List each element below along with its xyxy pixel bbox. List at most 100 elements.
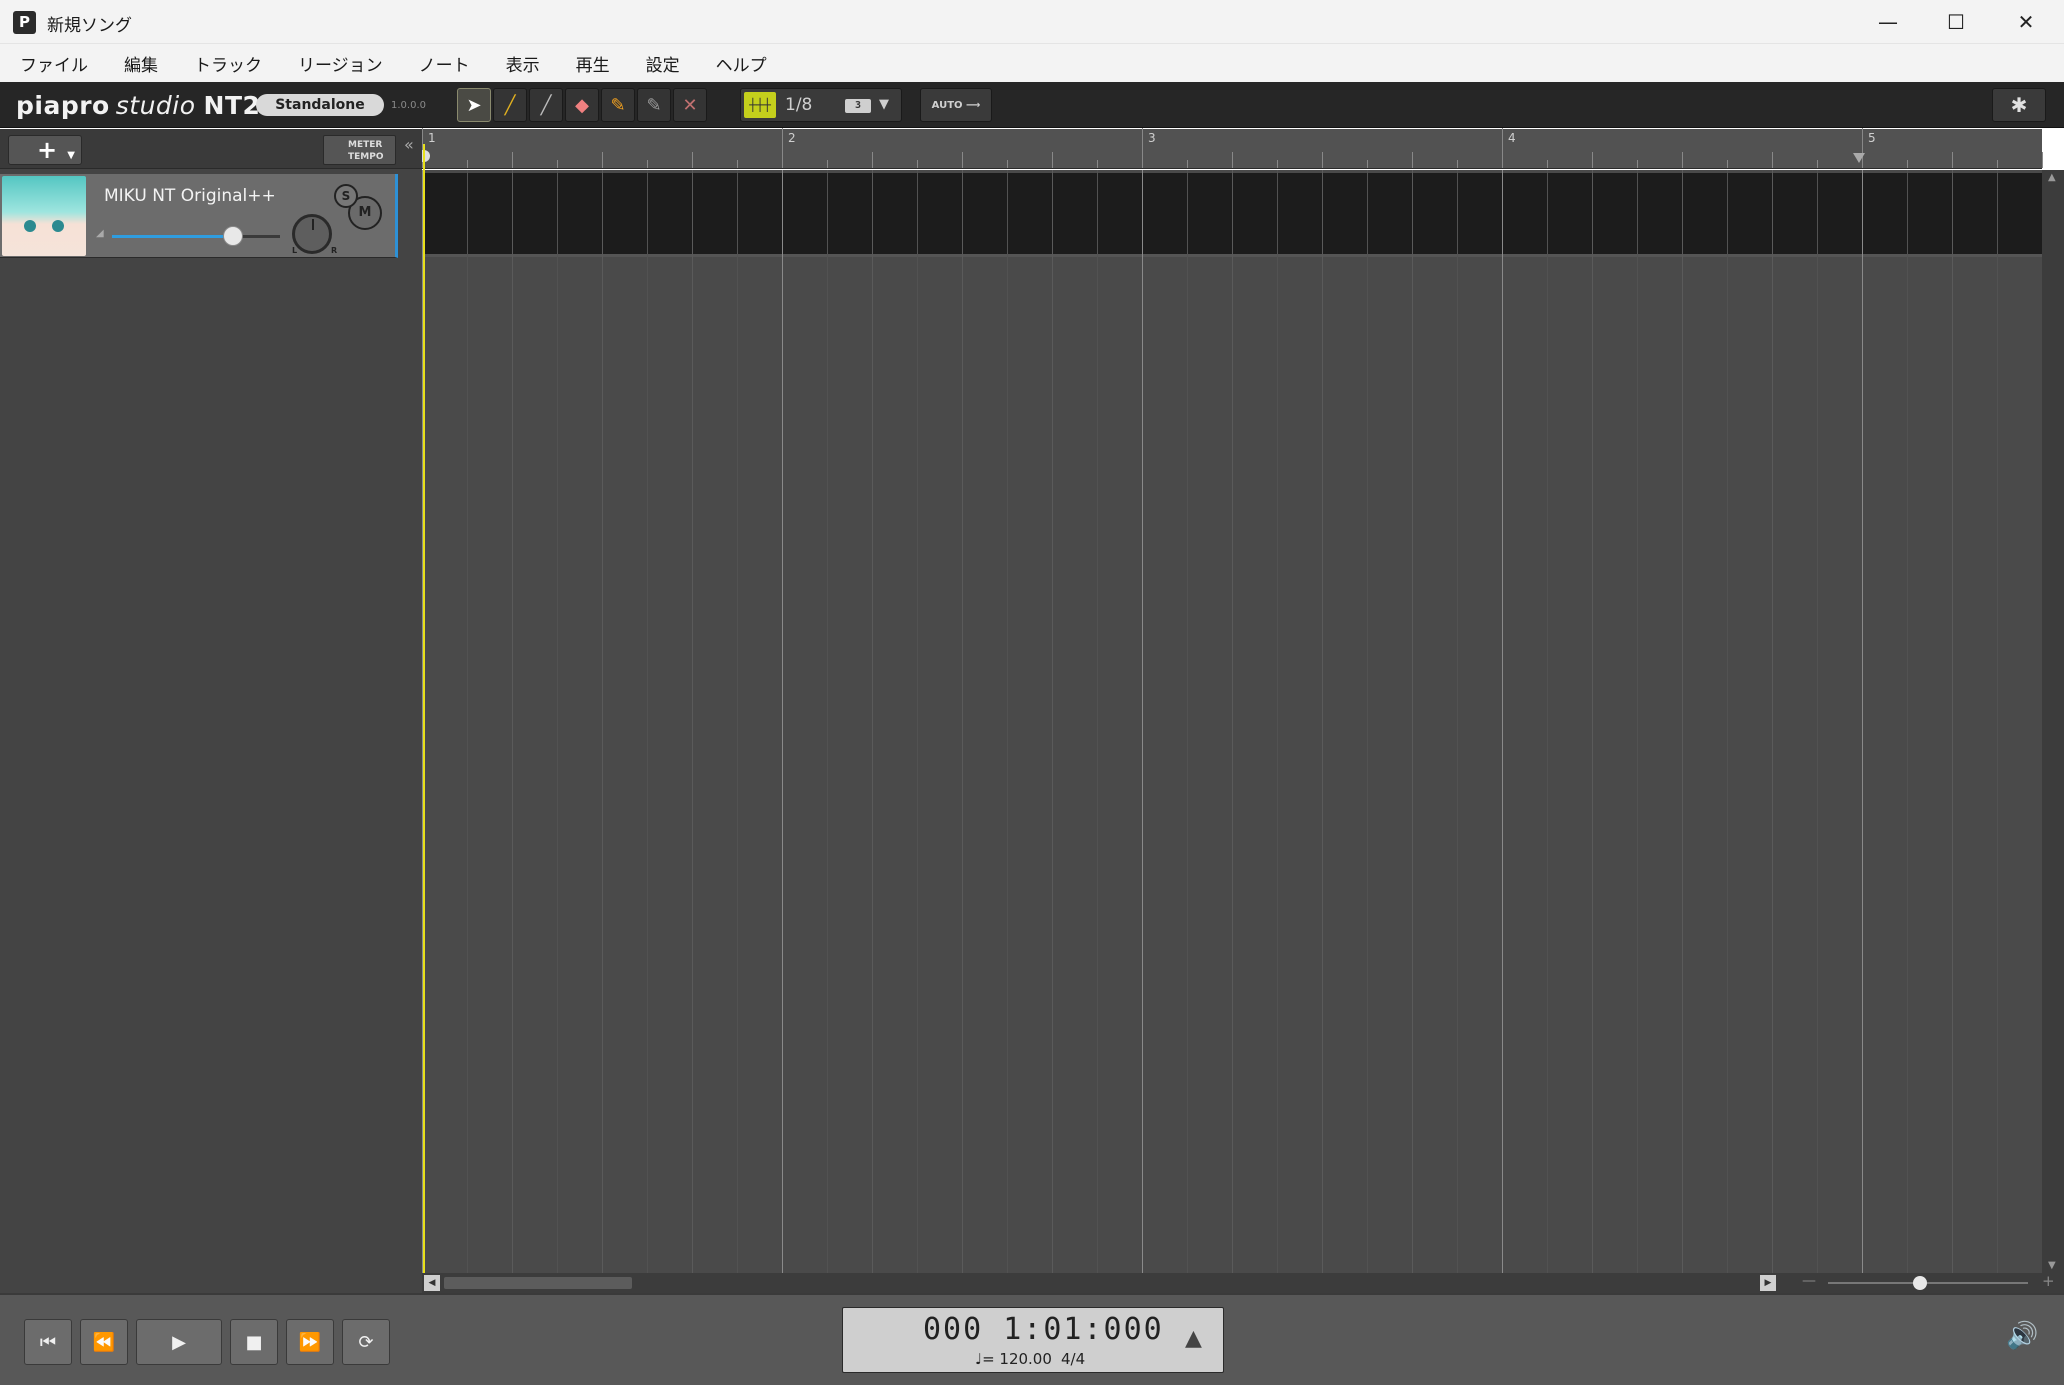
zoom-control: — +: [1780, 1272, 2064, 1293]
menu-play[interactable]: 再生: [576, 51, 610, 76]
bar-number: 3: [1148, 131, 1156, 145]
gear-icon[interactable]: ✱: [1992, 88, 2046, 122]
quantize-value: 1/8: [785, 95, 813, 115]
rewind-icon[interactable]: ⏪: [80, 1319, 128, 1365]
bar-number: 4: [1508, 131, 1516, 145]
menu-help[interactable]: ヘルプ: [716, 51, 767, 76]
auto-scroll-button[interactable]: AUTO ⟶: [920, 88, 992, 122]
metronome-icon[interactable]: ▲: [1185, 1326, 1202, 1351]
zoom-out-icon[interactable]: —: [1802, 1273, 1816, 1289]
menu-note[interactable]: ノート: [419, 51, 470, 76]
zoom-slider[interactable]: [1828, 1282, 2028, 1284]
collapse-panel-icon[interactable]: «: [404, 135, 414, 154]
toolbar: piapro studio NT2 Standalone 1.0.0.0 ➤ ╱…: [0, 82, 2064, 128]
beat-line: [1007, 170, 1008, 1273]
beat-line: [647, 170, 648, 1273]
logo-piapro: piapro: [16, 90, 110, 120]
scroll-up-icon[interactable]: ▲: [2048, 172, 2056, 183]
menu-file[interactable]: ファイル: [20, 51, 88, 76]
scroll-down-icon[interactable]: ▼: [2048, 1260, 2056, 1271]
app-icon: P: [13, 11, 36, 34]
volume-slider[interactable]: [112, 235, 280, 238]
menu-track[interactable]: トラック: [194, 51, 262, 76]
ruler-tick: [1907, 160, 1908, 168]
title-bar: P 新規ソング — ☐ ✕: [0, 0, 2064, 44]
ruler-tick: [1682, 152, 1683, 168]
ruler-tick: [827, 160, 828, 168]
zoom-in-icon[interactable]: +: [2042, 1272, 2055, 1290]
close-button[interactable]: ✕: [1991, 0, 2061, 44]
volume-icon: ◢: [96, 228, 104, 239]
chevron-down-icon[interactable]: ▼: [879, 97, 889, 112]
horizontal-scrollbar[interactable]: ◀ ▶: [422, 1273, 1780, 1293]
add-track-button[interactable]: + ▼: [8, 135, 82, 165]
zoom-slider-thumb[interactable]: [1913, 1276, 1927, 1290]
beat-line: [1682, 170, 1683, 1273]
track-header[interactable]: MIKU NT Original++ M S ◢ L R: [0, 174, 398, 258]
bar-line: [782, 170, 783, 1273]
beat-line: [692, 170, 693, 1273]
avatar-eye: [24, 220, 36, 232]
singer-avatar: [2, 176, 86, 256]
beat-line: [1997, 170, 1998, 1273]
loop-icon[interactable]: ⟳: [342, 1319, 390, 1365]
bar-number: 5: [1868, 131, 1876, 145]
quantize-selector[interactable]: ┼┼┼ 1/8 3 ▼: [740, 88, 902, 122]
menu-view[interactable]: 表示: [506, 51, 540, 76]
app-logo: piapro studio NT2: [16, 88, 260, 122]
track-list-header: + ▼ METER TEMPO «: [0, 129, 422, 169]
eraser-tool-icon[interactable]: ◆: [565, 88, 599, 122]
ruler-tick: [1187, 160, 1188, 168]
triplet-toggle[interactable]: 3: [845, 99, 871, 113]
loop-end-marker[interactable]: [1853, 153, 1865, 163]
vertical-scrollbar[interactable]: ▲ ▼: [2042, 170, 2064, 1273]
pen-tool-icon[interactable]: ✎: [637, 88, 671, 122]
arrangement-grid[interactable]: [422, 170, 2042, 1273]
go-to-start-icon[interactable]: ⏮: [24, 1319, 72, 1365]
line-tool-icon[interactable]: ╱: [529, 88, 563, 122]
beat-line: [962, 170, 963, 1273]
track-name[interactable]: MIKU NT Original++: [104, 186, 276, 206]
beat-line: [1817, 170, 1818, 1273]
play-icon[interactable]: ▶: [136, 1319, 222, 1365]
ruler-tick: [1457, 160, 1458, 168]
ruler-tick: [512, 152, 513, 168]
maximize-button[interactable]: ☐: [1921, 0, 1991, 44]
scroll-right-icon[interactable]: ▶: [1760, 1275, 1776, 1291]
fast-forward-icon[interactable]: ⏩: [286, 1319, 334, 1365]
ruler-tick: [1052, 152, 1053, 168]
ruler-tick: [1502, 128, 1503, 168]
meter-tempo-toggle[interactable]: METER TEMPO: [323, 135, 396, 165]
ruler-tick: [467, 160, 468, 168]
menu-settings[interactable]: 設定: [646, 51, 680, 76]
speaker-icon[interactable]: 🔊: [2006, 1321, 2038, 1351]
minimize-button[interactable]: —: [1853, 0, 1923, 44]
pencil-tool-icon[interactable]: ╱: [493, 88, 527, 122]
pointer-tool-icon[interactable]: ➤: [457, 88, 491, 122]
quantize-grid-icon[interactable]: ┼┼┼: [744, 92, 776, 118]
playhead[interactable]: [423, 144, 425, 1273]
logo-nt: NT2: [203, 90, 261, 120]
menu-region[interactable]: リージョン: [298, 51, 383, 76]
vibrato-tool-icon[interactable]: ✎: [601, 88, 635, 122]
pan-knob[interactable]: [292, 214, 332, 254]
horizontal-scroll-thumb[interactable]: [444, 1277, 632, 1289]
beat-line: [917, 170, 918, 1273]
volume-slider-thumb[interactable]: [222, 226, 243, 246]
meter-value[interactable]: 4/4: [1061, 1350, 1085, 1368]
beat-line: [1457, 170, 1458, 1273]
ruler-tick: [962, 152, 963, 168]
timeline-ruler[interactable]: 1 2 3 4 5: [422, 128, 2043, 169]
solo-button[interactable]: S: [334, 184, 358, 208]
delete-tool-icon[interactable]: ✕: [673, 88, 707, 122]
beat-line: [602, 170, 603, 1273]
stop-icon[interactable]: ■: [230, 1319, 278, 1365]
menu-edit[interactable]: 編集: [124, 51, 158, 76]
ruler-tick: [737, 160, 738, 168]
scroll-left-icon[interactable]: ◀: [424, 1275, 440, 1291]
ruler-tick: [917, 160, 918, 168]
tempo-value[interactable]: ♩= 120.00: [975, 1350, 1052, 1368]
ruler-tick: [1637, 160, 1638, 168]
beat-line: [737, 170, 738, 1273]
beat-line: [1772, 170, 1773, 1273]
